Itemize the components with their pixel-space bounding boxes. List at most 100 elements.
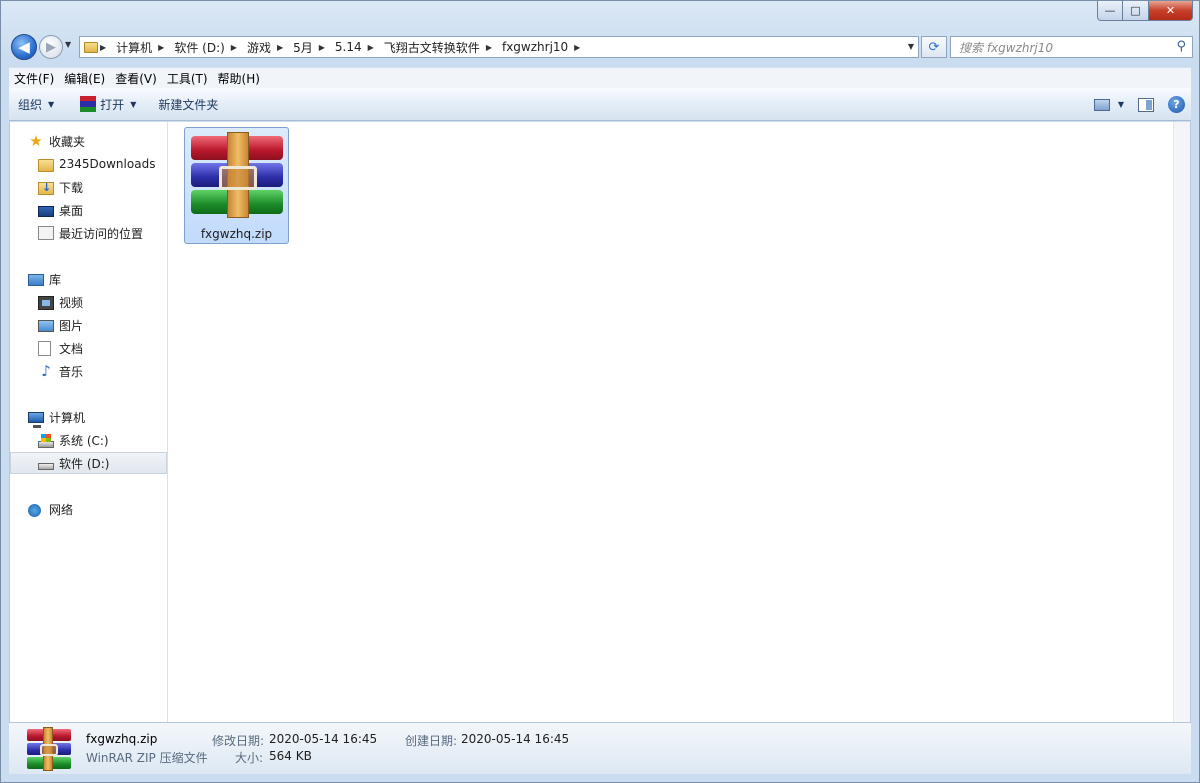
sidebar-label: 最近访问的位置	[59, 226, 144, 241]
sidebar-label: 软件 (D:)	[59, 456, 110, 471]
chevron-right-icon[interactable]: ▶	[317, 43, 327, 52]
help-icon[interactable]: ?	[1168, 96, 1185, 113]
forward-arrow-icon: ▶	[46, 39, 56, 55]
winrar-archive-icon	[191, 132, 283, 218]
breadcrumb-computer[interactable]: 计算机	[108, 37, 156, 57]
new-folder-label: 新建文件夹	[158, 97, 219, 112]
document-icon	[38, 340, 51, 356]
breadcrumb-drive-d[interactable]: 软件 (D:)	[166, 37, 228, 57]
chevron-right-icon[interactable]: ▶	[98, 43, 108, 52]
chevron-right-icon[interactable]: ▶	[572, 43, 582, 52]
sidebar-item-drive-d[interactable]: 软件 (D:)	[10, 452, 167, 474]
chevron-right-icon[interactable]: ▶	[484, 43, 494, 52]
search-icon[interactable]: ⚲	[1176, 39, 1186, 54]
sidebar-label: 文档	[59, 341, 84, 356]
details-created-label: 创建日期:	[405, 734, 458, 748]
caption-buttons: — □ ✕	[1097, 1, 1193, 21]
refresh-icon: ⟳	[928, 39, 940, 55]
breadcrumb-software[interactable]: 飞翔古文转换软件	[376, 37, 484, 57]
explorer-window: — □ ✕ ◀ ▶ ▼ ▶ 计算机 ▶ 软件 (D:) ▶ 游戏 ▶ 5月 ▶ …	[0, 0, 1200, 783]
archive-buckle	[219, 166, 257, 190]
download-folder-icon	[38, 181, 54, 195]
recent-places-icon	[38, 226, 54, 240]
minimize-button[interactable]: —	[1097, 1, 1123, 21]
menu-tools[interactable]: 工具(T)	[162, 70, 213, 87]
desktop-icon	[38, 206, 54, 217]
details-size-label: 大小:	[235, 751, 264, 765]
maximize-button[interactable]: □	[1123, 1, 1149, 21]
sidebar-item-documents[interactable]: 文档	[10, 337, 167, 359]
sidebar-item-videos[interactable]: 视频	[10, 291, 167, 313]
computer-icon	[28, 412, 44, 428]
sidebar-item-desktop[interactable]: 桌面	[10, 199, 167, 221]
chevron-right-icon[interactable]: ▶	[156, 43, 166, 52]
organize-button[interactable]: 组织 ▼	[9, 88, 63, 120]
menu-help[interactable]: 帮助(H)	[213, 70, 265, 87]
chevron-right-icon[interactable]: ▶	[275, 43, 285, 52]
refresh-button[interactable]: ⟳	[921, 36, 947, 58]
details-file-name: fxgwzhq.zip	[86, 732, 158, 746]
network-icon	[28, 503, 41, 517]
chevron-right-icon[interactable]: ▶	[229, 43, 239, 52]
details-modified-label: 修改日期:	[212, 734, 265, 748]
open-button[interactable]: 打开 ▼	[71, 88, 145, 120]
sidebar-network[interactable]: 网络	[10, 498, 167, 520]
menu-edit[interactable]: 编辑(E)	[59, 70, 110, 87]
system-drive-icon	[38, 433, 54, 448]
back-arrow-icon: ◀	[18, 38, 30, 56]
video-icon	[38, 295, 54, 310]
forward-button[interactable]: ▶	[39, 35, 63, 59]
archive-buckle	[40, 744, 58, 756]
sidebar-computer[interactable]: 计算机	[10, 406, 167, 428]
sidebar-favorites[interactable]: ★ 收藏夹	[10, 130, 167, 152]
winrar-archive-icon	[27, 727, 71, 771]
breadcrumb-games[interactable]: 游戏	[239, 37, 275, 57]
details-pane: fxgwzhq.zip WinRAR ZIP 压缩文件 修改日期: 2020-0…	[9, 722, 1191, 774]
menu-view[interactable]: 查看(V)	[110, 70, 162, 87]
sidebar-label: 视频	[59, 295, 84, 310]
library-icon	[28, 274, 44, 286]
new-folder-button[interactable]: 新建文件夹	[149, 88, 227, 120]
picture-icon	[38, 320, 54, 332]
file-list[interactable]: fxgwzhq.zip	[168, 122, 1190, 722]
navigation-pane: ★ 收藏夹 2345Downloads 下载 桌面 最近访问的位置 库	[10, 122, 168, 722]
menu-file[interactable]: 文件(F)	[9, 70, 59, 87]
sidebar-label: 计算机	[49, 410, 86, 425]
sidebar-label: 2345Downloads	[59, 157, 156, 171]
sidebar-item-drive-c[interactable]: 系统 (C:)	[10, 429, 167, 451]
sidebar-item-music[interactable]: ♪ 音乐	[10, 360, 167, 382]
search-input[interactable]: 搜索 fxgwzhrj10 ⚲	[950, 36, 1193, 58]
back-button[interactable]: ◀	[11, 34, 37, 60]
breadcrumb-5-14[interactable]: 5.14	[327, 37, 366, 57]
organize-label: 组织	[18, 97, 43, 112]
breadcrumb-current[interactable]: fxgwzhrj10	[494, 37, 572, 57]
sidebar-label: 音乐	[59, 364, 84, 379]
sidebar-item-2345downloads[interactable]: 2345Downloads	[10, 153, 167, 175]
menu-bar: 文件(F) 编辑(E) 查看(V) 工具(T) 帮助(H)	[9, 67, 1191, 88]
details-size-value: 564 KB	[269, 749, 312, 763]
sidebar-label: 系统 (C:)	[59, 433, 109, 448]
winrar-icon	[80, 96, 97, 112]
view-dropdown-icon[interactable]: ▼	[1118, 100, 1124, 109]
chevron-right-icon[interactable]: ▶	[366, 43, 376, 52]
preview-pane-icon[interactable]	[1138, 97, 1154, 112]
address-dropdown-icon[interactable]: ▼	[908, 42, 914, 51]
file-item[interactable]: fxgwzhq.zip	[184, 127, 289, 244]
navigation-bar: ◀ ▶ ▼ ▶ 计算机 ▶ 软件 (D:) ▶ 游戏 ▶ 5月 ▶ 5.14 ▶…	[9, 34, 1193, 60]
sidebar-item-recent[interactable]: 最近访问的位置	[10, 222, 167, 244]
vertical-scrollbar[interactable]	[1173, 122, 1190, 722]
address-bar[interactable]: ▶ 计算机 ▶ 软件 (D:) ▶ 游戏 ▶ 5月 ▶ 5.14 ▶ 飞翔古文转…	[79, 36, 919, 58]
history-dropdown-icon[interactable]: ▼	[65, 40, 75, 49]
sidebar-libraries[interactable]: 库	[10, 268, 167, 290]
search-placeholder: 搜索 fxgwzhrj10	[959, 40, 1054, 55]
breadcrumb-may[interactable]: 5月	[285, 37, 317, 57]
close-button[interactable]: ✕	[1149, 1, 1193, 21]
sidebar-item-pictures[interactable]: 图片	[10, 314, 167, 336]
change-view-icon[interactable]	[1093, 98, 1110, 111]
sidebar-label: 收藏夹	[49, 134, 86, 149]
sidebar-item-downloads[interactable]: 下载	[10, 176, 167, 198]
details-modified-value: 2020-05-14 16:45	[269, 732, 378, 746]
details-created-value: 2020-05-14 16:45	[461, 732, 570, 746]
folder-icon	[84, 41, 98, 53]
music-note-icon: ♪	[41, 362, 51, 380]
